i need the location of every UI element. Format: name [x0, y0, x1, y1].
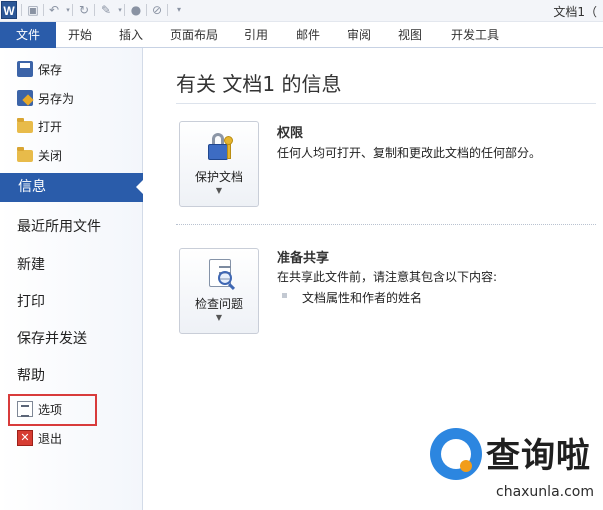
menu-item-exit-label: 退出: [38, 431, 63, 446]
tab-review[interactable]: 审阅: [347, 22, 371, 48]
qat-separator: [72, 4, 73, 16]
menu-item-new[interactable]: 新建: [17, 254, 45, 274]
tab-references[interactable]: 引用: [244, 22, 268, 48]
qat-separator: [124, 4, 125, 16]
menu-item-save-label: 保存: [38, 62, 63, 77]
circle-icon[interactable]: ●: [129, 3, 143, 17]
prepare-share-item: 文档属性和作者的姓名: [302, 291, 423, 305]
prepare-share-description: 在共享此文件前，请注意其包含以下内容:: [277, 270, 498, 284]
menu-item-open[interactable]: 打开: [17, 116, 62, 136]
tab-developer[interactable]: 开发工具: [451, 22, 499, 48]
pen-icon[interactable]: ⊘: [150, 3, 164, 17]
check-for-issues-label: 检查问题: [194, 297, 243, 311]
inspect-document-icon: [204, 257, 236, 291]
menu-item-save-as[interactable]: 另存为: [17, 88, 74, 108]
tab-insert[interactable]: 插入: [119, 22, 143, 48]
word-logo-icon[interactable]: W: [1, 1, 17, 19]
save-icon[interactable]: ▣: [26, 3, 40, 17]
title-divider: [176, 103, 596, 104]
page-title: 有关 文档1 的信息: [176, 72, 342, 96]
customize-dropdown-icon[interactable]: ▾: [172, 3, 186, 17]
undo-icon[interactable]: ↶: [47, 3, 61, 17]
backstage-nav: 保存 另存为 打开 关闭 信息 最近所用文件 新建 打印 保存并发送 帮助 选项…: [0, 48, 144, 510]
menu-item-exit[interactable]: ✕ 退出: [17, 428, 62, 448]
tab-mailings[interactable]: 邮件: [296, 22, 320, 48]
quick-access-toolbar: W ▣ ↶ ▾ ↻ ✎ ▾ ● ⊘ ▾ 文档1（: [0, 0, 603, 22]
tab-page-layout[interactable]: 页面布局: [170, 22, 218, 48]
bullet-marker: [282, 293, 287, 298]
menu-item-print[interactable]: 打印: [17, 291, 45, 311]
menu-item-open-label: 打开: [38, 119, 63, 134]
qat-separator: [167, 4, 168, 16]
exit-icon: ✕: [17, 430, 33, 446]
format-painter-icon[interactable]: ✎: [99, 3, 113, 17]
menu-item-save-as-label: 另存为: [38, 91, 75, 106]
open-folder-icon: [17, 118, 33, 133]
menu-item-recent[interactable]: 最近所用文件: [17, 216, 101, 236]
close-folder-icon: [17, 147, 33, 162]
menu-item-close[interactable]: 关闭: [17, 145, 62, 165]
save-as-icon: [17, 90, 33, 106]
protect-document-label: 保护文档: [194, 170, 243, 184]
redo-icon[interactable]: ↻: [77, 3, 91, 17]
tab-home[interactable]: 开始: [68, 22, 92, 48]
ribbon-tab-bar: 文件 开始 插入 页面布局 引用 邮件 审阅 视图 开发工具: [0, 22, 603, 48]
menu-item-save-send[interactable]: 保存并发送: [17, 328, 87, 348]
tab-file[interactable]: 文件: [0, 22, 56, 48]
chevron-down-icon: ▼: [215, 186, 223, 195]
watermark-dot: [460, 460, 472, 472]
check-for-issues-button[interactable]: 检查问题 ▼: [179, 248, 259, 334]
menu-item-save[interactable]: 保存: [17, 59, 62, 79]
watermark-brand: 查询啦: [486, 436, 591, 476]
options-highlight-box: [8, 394, 97, 426]
watermark-logo-icon: [430, 428, 482, 480]
qat-separator: [43, 4, 44, 16]
document-title: 文档1（: [553, 5, 597, 19]
chevron-down-icon: ▼: [215, 313, 223, 322]
permissions-heading: 权限: [277, 126, 304, 141]
watermark: 查询啦 chaxunla.com: [430, 424, 600, 508]
qat-separator: [21, 4, 22, 16]
menu-item-info[interactable]: 信息: [0, 173, 144, 202]
prepare-share-heading: 准备共享: [277, 251, 330, 266]
watermark-url: chaxunla.com: [496, 484, 594, 500]
save-icon: [17, 61, 33, 77]
permissions-description: 任何人均可打开、复制和更改此文档的任何部分。: [277, 146, 542, 160]
menu-item-help[interactable]: 帮助: [17, 365, 45, 385]
qat-separator: [94, 4, 95, 16]
tab-view[interactable]: 视图: [398, 22, 422, 48]
protect-document-button[interactable]: 保护文档 ▼: [179, 121, 259, 207]
lock-key-icon: [204, 130, 236, 162]
menu-item-close-label: 关闭: [38, 148, 63, 163]
section-divider: [176, 224, 596, 225]
qat-separator: [146, 4, 147, 16]
